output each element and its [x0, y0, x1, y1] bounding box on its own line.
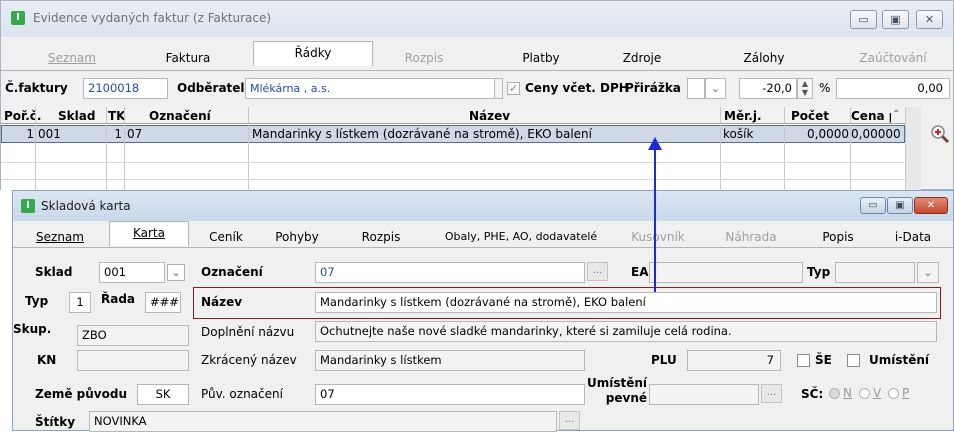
annotation-arrow — [648, 137, 662, 292]
